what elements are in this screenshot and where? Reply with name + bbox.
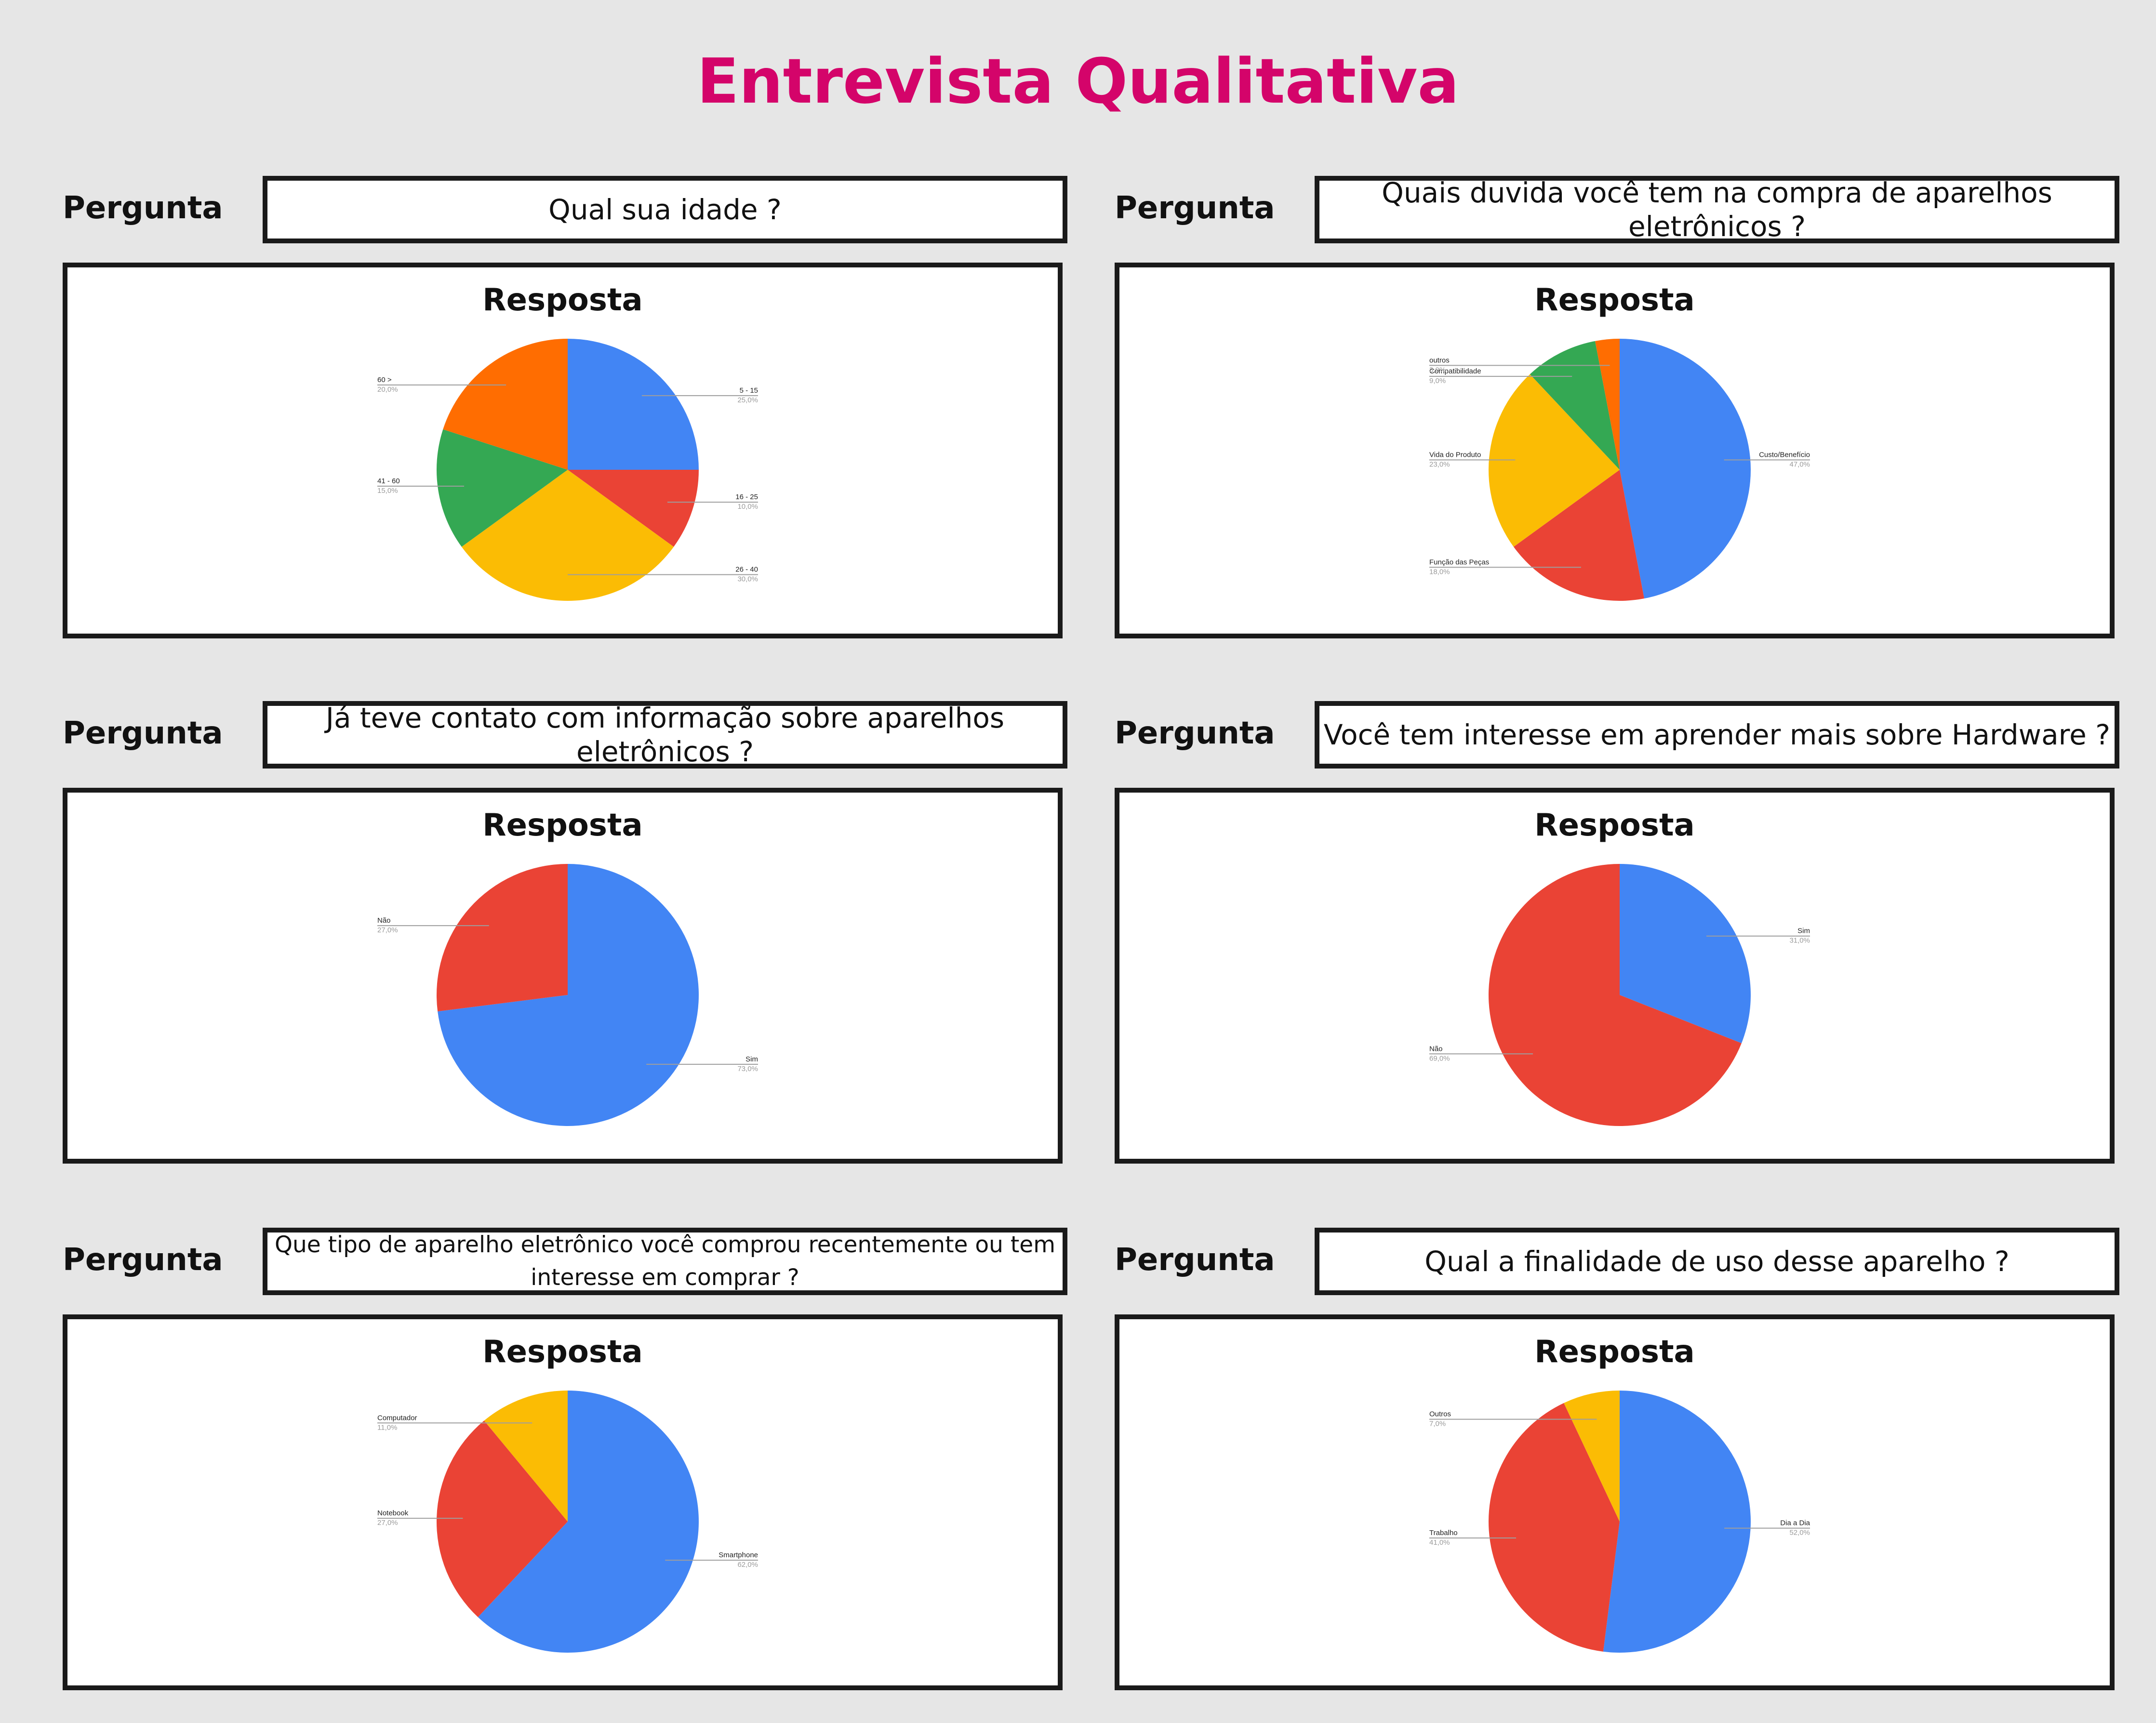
slice-label: outros [1429, 356, 1450, 364]
question-text: Já teve contato com informação sobre apa… [325, 702, 1005, 768]
pie-chart-4: Sim 31,0% Não69,0% [1429, 864, 1810, 1126]
pie-slice-dia-a-dia [1603, 1391, 1751, 1653]
answer-box: Resposta Custo/Benefício 47,0% Função das … [1115, 263, 2115, 638]
question-block-4: Pergunta Você tem interesse em aprender … [1115, 701, 2119, 1164]
pie-chart-3: Sim 73,0% Não27,0% [377, 864, 758, 1126]
slice-label: Custo/Benefício [1759, 451, 1810, 459]
pie-slice-nao [436, 864, 568, 1012]
slice-percent: 20,0% [377, 385, 398, 394]
question-box: Qual a finalidade de uso desse aparelho … [1315, 1228, 2119, 1295]
slice-label: 60 > [377, 376, 392, 384]
slice-percent: 52,0% [1789, 1529, 1810, 1537]
pergunta-label: Pergunta [63, 716, 223, 751]
slice-label: 26 - 40 [735, 566, 758, 574]
slice-label: Sim [745, 1055, 758, 1063]
pie-slice-custo-beneficio [1620, 339, 1751, 599]
question-text: Você tem interesse em aprender mais sobr… [1323, 718, 2111, 751]
slice-percent: 18,0% [1429, 568, 1450, 576]
question-block-1: Pergunta Qual sua idade ? Resposta 5 - 1… [63, 176, 1067, 638]
slice-percent: 73,0% [737, 1065, 758, 1073]
pergunta-label: Pergunta [63, 1242, 223, 1278]
slice-percent: 69,0% [1429, 1054, 1450, 1062]
slice-label: Não [377, 916, 391, 925]
pie-chart-5: Smartphone 62,0% Notebook 27,0% Computador11… [377, 1391, 758, 1653]
pergunta-label: Pergunta [1115, 1242, 1275, 1278]
question-box: Que tipo de aparelho eletrônico você com… [263, 1228, 1067, 1295]
pie-chart-1: 5 - 1525,0% 16 - 25 10,0% 26 - 4030,0% 41 - … [377, 339, 758, 601]
pergunta-label: Pergunta [1115, 716, 1275, 751]
slice-label: Notebook [377, 1509, 409, 1517]
slice-label: Outros [1429, 1410, 1451, 1418]
slice-label: 41 - 60 [377, 477, 400, 485]
slice-percent: 23,0% [1429, 461, 1450, 469]
question-text: Que tipo de aparelho eletrônico você com… [274, 1232, 1055, 1291]
question-text: Qual sua idade ? [548, 193, 782, 226]
slice-percent: 31,0% [1789, 937, 1810, 945]
question-box: Qual sua idade ? [263, 176, 1067, 243]
answer-box: Resposta Smartphone 62,0% Notebook 27,0% Com… [63, 1314, 1063, 1690]
pie-chart-2: Custo/Benefício 47,0% Função das Peças 18,0… [1429, 339, 1810, 601]
question-box: Já teve contato com informação sobre apa… [263, 701, 1067, 769]
slice-percent: 7,0% [1429, 1420, 1446, 1428]
answer-box: Resposta Sim 31,0% Não 69,0% [1115, 788, 2115, 1164]
slice-percent: 27,0% [377, 1519, 398, 1527]
question-text: Qual a finalidade de uso desse aparelho … [1424, 1245, 2010, 1278]
slice-percent: 10,0% [737, 503, 758, 511]
slice-percent: 62,0% [737, 1561, 758, 1569]
slice-label: Trabalho [1429, 1529, 1458, 1537]
slice-percent: 9,0% [1429, 377, 1446, 385]
question-text: Quais duvida você tem na compra de apare… [1382, 176, 2052, 243]
slice-percent: 11,0% [377, 1423, 397, 1431]
answer-box: Resposta Dia a Dia 52,0% Trabalho 41,0% Outr… [1115, 1314, 2115, 1690]
question-block-6: Pergunta Qual a finalidade de uso desse … [1115, 1228, 2119, 1690]
slice-label: Vida do Produto [1429, 451, 1481, 459]
slice-percent: 27,0% [377, 926, 398, 934]
slice-percent: 3,0% [1429, 366, 1446, 374]
answer-box: Resposta 5 - 15 25,0% 16 - 25 10,0% 26 - 40 3… [63, 263, 1063, 638]
question-block-5: Pergunta Que tipo de aparelho eletrônico… [63, 1228, 1067, 1690]
question-block-2: Pergunta Quais duvida você tem na compra… [1115, 176, 2119, 638]
slice-percent: 41,0% [1429, 1538, 1450, 1547]
pie-chart-6: Dia a Dia 52,0% Trabalho41,0% Outros 7,0% [1429, 1391, 1810, 1653]
slice-percent: 30,0% [737, 575, 758, 583]
slice-label: Smartphone [719, 1551, 758, 1559]
slice-label: Função das Peças [1429, 558, 1489, 566]
pergunta-label: Pergunta [63, 190, 223, 226]
slice-label: Sim [1797, 927, 1810, 935]
page-title: Entrevista Qualitativa [697, 46, 1459, 118]
pergunta-label: Pergunta [1115, 190, 1275, 226]
slice-percent: 25,0% [737, 396, 758, 404]
slice-percent: 47,0% [1789, 461, 1810, 469]
slice-label: 5 - 15 [740, 386, 758, 395]
slice-label: Computador [377, 1414, 417, 1422]
slice-percent: 15,0% [377, 487, 398, 495]
question-box: Quais duvida você tem na compra de apare… [1315, 176, 2119, 243]
question-box: Você tem interesse em aprender mais sobr… [1315, 701, 2119, 769]
slice-label: 16 - 25 [735, 493, 758, 501]
slice-label: Não [1429, 1045, 1443, 1053]
question-block-3: Pergunta Já teve contato com informação … [63, 701, 1067, 1164]
pie-slice-5-15 [568, 339, 699, 470]
answer-box: Resposta Sim 73,0% Não 27,0% [63, 788, 1063, 1164]
slice-label: Dia a Dia [1780, 1519, 1810, 1527]
